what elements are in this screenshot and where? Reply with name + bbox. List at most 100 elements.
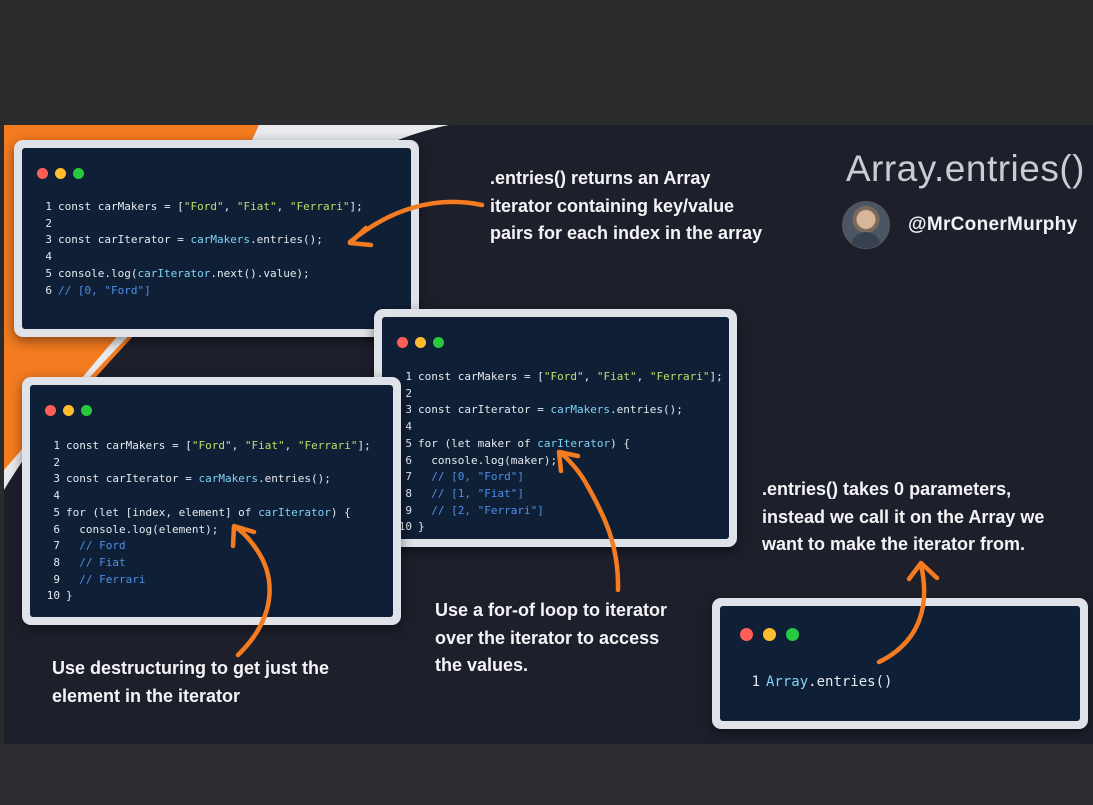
code-token: carIterator xyxy=(137,266,211,280)
code-token: carIterator xyxy=(537,436,611,450)
note-line: iterator containing key/value xyxy=(490,195,735,216)
code-string: "Ferrari" xyxy=(297,439,358,452)
code-token: , xyxy=(583,370,597,383)
line-number: 10 xyxy=(46,589,60,603)
code-line: 8 // [1, "Fiat"] xyxy=(396,486,723,503)
code-token: , xyxy=(231,439,245,452)
code-string: "Fiat" xyxy=(596,370,637,383)
code-token: carMakers xyxy=(198,472,259,486)
code-card-next: 1 const carMakers = ["Ford", "Fiat", "Fer… xyxy=(14,140,419,337)
code-token: .entries() xyxy=(808,674,893,690)
code-token: , xyxy=(276,200,290,213)
maximize-dot-icon xyxy=(786,628,799,641)
code-token: const carIterator = xyxy=(66,472,199,486)
code-token: .entries(); xyxy=(610,403,683,417)
code-line: 8 // Fiat xyxy=(44,555,371,572)
minimize-dot-icon xyxy=(55,168,66,179)
line-number: 7 xyxy=(53,539,60,553)
code-token: carIterator xyxy=(258,505,331,519)
code-block: 1 const carMakers = ["Ford", "Fiat", "Fer… xyxy=(396,369,723,536)
line-number: 9 xyxy=(53,572,60,586)
code-line: 6 console.log(maker); xyxy=(396,453,723,470)
code-line: 1 const carMakers = ["Ford", "Fiat", "Fer… xyxy=(396,369,722,386)
code-string: "Ford" xyxy=(183,200,224,213)
code-block: 1 Array.entries() xyxy=(744,674,893,691)
code-line: 9 // [2, "Ferrari"] xyxy=(396,503,723,520)
window-controls xyxy=(397,337,444,348)
top-bar xyxy=(0,0,1093,125)
code-token: for (let maker of xyxy=(418,436,538,450)
code-card-signature: 1 Array.entries() xyxy=(712,598,1088,729)
code-token: , xyxy=(636,370,650,383)
code-comment: // Fiat xyxy=(66,555,126,569)
code-string: "Fiat" xyxy=(236,200,277,213)
code-line: 3 const carIterator = carMakers.entries()… xyxy=(44,471,371,488)
slide: Array.entries() @MrConerMurphy 1 const ca… xyxy=(4,125,1093,744)
code-line: 2 xyxy=(396,386,723,403)
window-edge xyxy=(4,0,1093,125)
code-card-destructure: 1 const carMakers = ["Ford", "Fiat", "Fer… xyxy=(22,377,401,625)
code-line: 6 // [0, "Ford"] xyxy=(36,283,363,300)
line-number: 4 xyxy=(53,489,60,503)
note-returns: .entries() returns an Array iterator con… xyxy=(490,165,762,248)
line-number: 1 xyxy=(45,200,52,213)
code-token: ]; xyxy=(349,200,363,213)
note-for-of: Use a for-of loop to iterator over the i… xyxy=(435,597,667,680)
note-line: want to make the iterator from. xyxy=(762,534,1026,554)
code-token: ) { xyxy=(330,505,351,519)
code-token: console.log(element); xyxy=(66,522,219,536)
line-number: 4 xyxy=(45,250,52,264)
code-string: "Ford" xyxy=(191,439,232,452)
code-line: 5 for (let [index, element] of carIterato… xyxy=(44,505,371,522)
code-string: "Ford" xyxy=(543,370,584,383)
code-string: "Ferrari" xyxy=(289,200,350,213)
maximize-dot-icon xyxy=(433,337,444,348)
code-line: 1 const carMakers = ["Ford", "Fiat", "Fer… xyxy=(36,199,363,216)
code-line: 1 const carMakers = ["Ford", "Fiat", "Fer… xyxy=(44,438,371,455)
code-line: 7 // [0, "Ford"] xyxy=(396,469,723,486)
code-line: 4 xyxy=(44,488,371,505)
slide-title: Array.entries() xyxy=(845,148,1085,189)
code-token: } xyxy=(418,520,425,534)
code-line: 6 console.log(element); xyxy=(44,522,371,539)
code-token: } xyxy=(66,589,73,603)
code-line: 5 console.log(carIterator.next().value); xyxy=(36,266,363,283)
code-line: 9 // Ferrari xyxy=(44,572,371,589)
code-comment: // [0, "Ford"] xyxy=(58,283,151,297)
code-token: ]; xyxy=(357,439,371,452)
close-dot-icon xyxy=(397,337,408,348)
code-token: const carIterator = xyxy=(58,233,191,247)
code-line: 2 xyxy=(36,216,363,233)
avatar xyxy=(842,201,890,249)
code-token: ) { xyxy=(610,436,630,450)
maximize-dot-icon xyxy=(81,405,92,416)
code-comment: // Ford xyxy=(66,539,126,553)
code-line: 4 xyxy=(36,249,363,266)
code-token: carMakers xyxy=(550,403,611,417)
code-token: , xyxy=(284,439,298,452)
code-comment: // Ferrari xyxy=(66,572,146,586)
line-number: 3 xyxy=(53,472,60,486)
minimize-dot-icon xyxy=(415,337,426,348)
line-number: 1 xyxy=(751,674,760,690)
author-block: @MrConerMurphy xyxy=(842,201,1077,249)
code-string: "Fiat" xyxy=(244,439,285,452)
note-line: instead we call it on the Array we xyxy=(762,506,1045,527)
code-block: 1 const carMakers = ["Ford", "Fiat", "Fer… xyxy=(44,438,371,605)
window-controls xyxy=(37,168,84,179)
code-token: .entries(); xyxy=(250,233,323,247)
code-block: 1 const carMakers = ["Ford", "Fiat", "Fer… xyxy=(36,199,363,300)
code-token: console.log( xyxy=(58,266,138,280)
note-line: element in the iterator xyxy=(52,685,241,706)
note-line: Use destructuring to get just the xyxy=(52,658,330,678)
line-number: 8 xyxy=(53,555,60,569)
code-line: 7 // Ford xyxy=(44,538,371,555)
code-string: "Ferrari" xyxy=(649,370,710,383)
code-token: const carIterator = xyxy=(418,403,551,417)
line-number: 5 xyxy=(45,266,52,280)
line-number: 2 xyxy=(45,216,52,230)
code-comment: // [1, "Fiat"] xyxy=(418,486,524,500)
window-controls xyxy=(45,405,92,416)
bottom-bar xyxy=(0,744,1093,805)
code-token: .next().value); xyxy=(210,266,310,280)
